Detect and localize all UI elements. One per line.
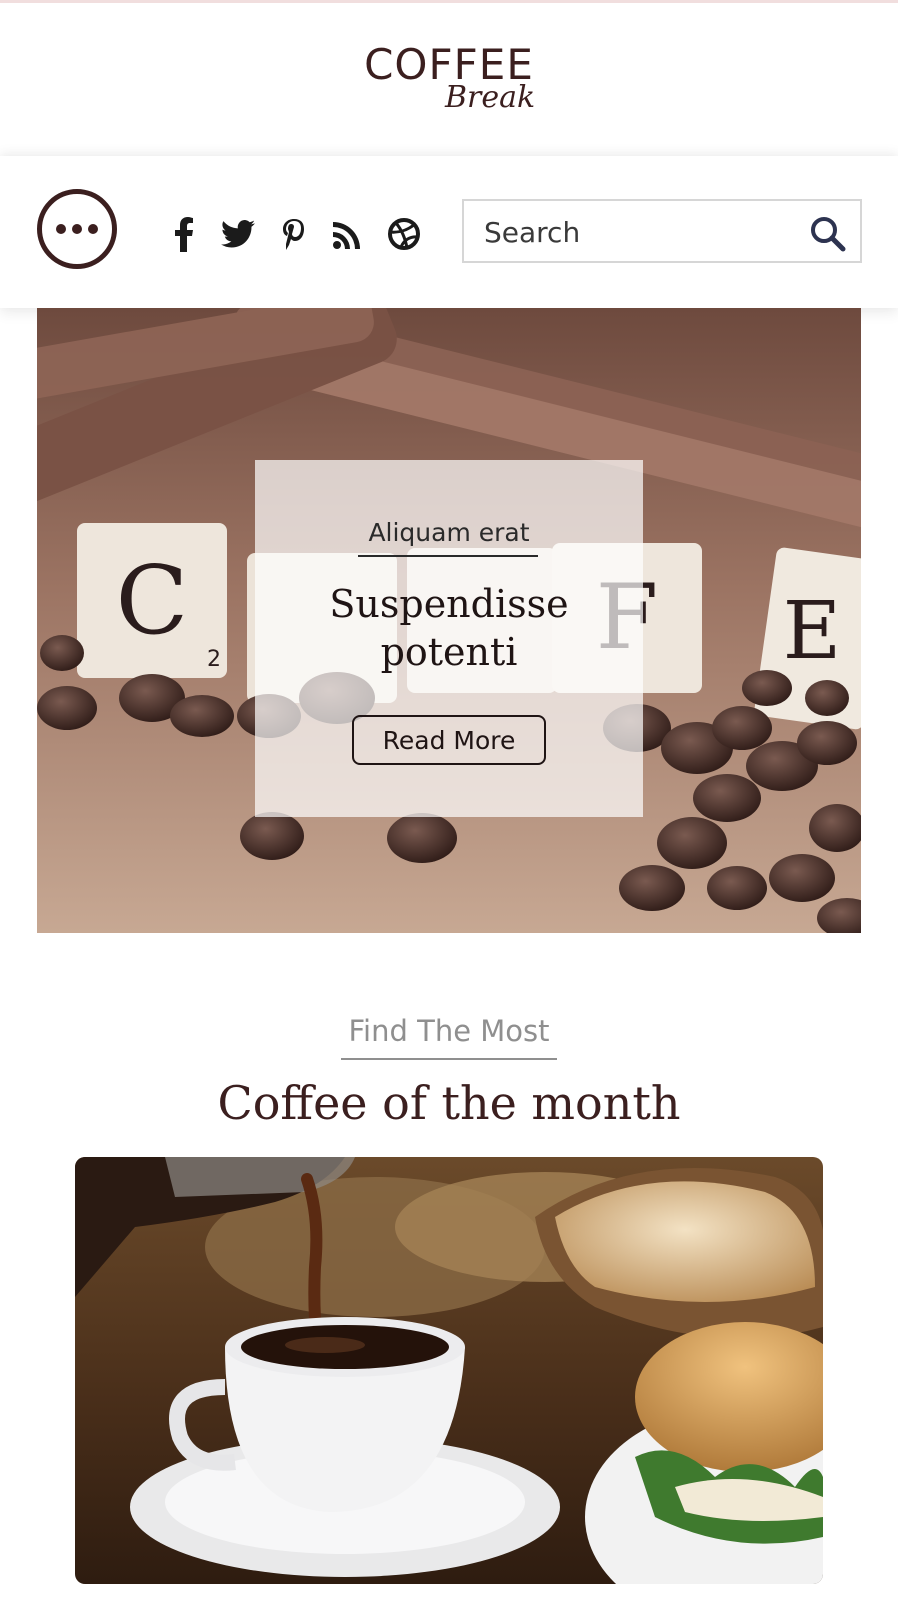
feature-photo — [75, 1157, 823, 1584]
menu-dot — [72, 224, 82, 234]
site-logo[interactable]: COFFEE Break — [0, 40, 898, 120]
hero-title: Suspendisse potenti — [255, 580, 643, 676]
search-icon[interactable] — [809, 215, 847, 253]
dribbble-icon[interactable] — [386, 216, 422, 252]
rss-icon[interactable] — [330, 216, 366, 252]
search-box[interactable] — [462, 199, 862, 263]
svg-text:2: 2 — [207, 647, 221, 672]
hero-banner: C 2 F E — [37, 308, 861, 933]
coffee-of-the-month-image[interactable] — [75, 1157, 823, 1584]
twitter-icon[interactable] — [220, 216, 256, 252]
menu-button[interactable] — [37, 189, 117, 269]
hero-card: Aliquam erat Suspendisse potenti Read Mo… — [255, 460, 643, 817]
svg-text:C: C — [116, 546, 189, 656]
section-kicker: Find The Most — [348, 1014, 550, 1048]
hero-kicker: Aliquam erat — [368, 518, 530, 547]
search-input[interactable] — [482, 201, 806, 263]
svg-text:E: E — [783, 584, 841, 677]
hero-kicker-underline — [358, 555, 538, 557]
read-more-button[interactable]: Read More — [352, 715, 546, 765]
hero-title-line-1: Suspendisse — [329, 582, 569, 626]
menu-dot — [56, 224, 66, 234]
facebook-icon[interactable] — [166, 216, 202, 252]
logo-sub-text: Break — [445, 80, 536, 115]
nav-bar — [0, 156, 898, 308]
menu-dot — [88, 224, 98, 234]
section-title: Coffee of the month — [217, 1076, 681, 1130]
section-kicker-underline — [341, 1058, 557, 1060]
pinterest-icon[interactable] — [276, 216, 312, 252]
hero-title-line-2: potenti — [380, 630, 518, 674]
top-strip — [0, 0, 898, 3]
